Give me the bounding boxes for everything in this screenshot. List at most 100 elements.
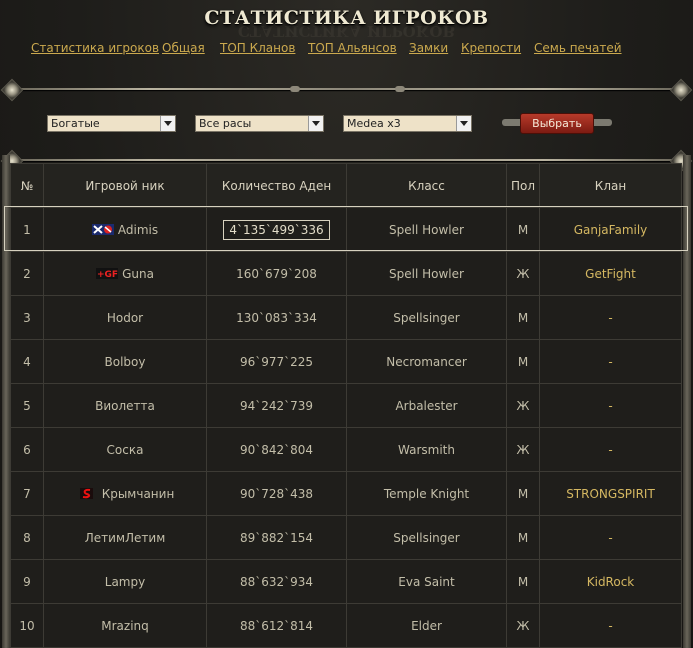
nav-link-fortresses[interactable]: Крепости (461, 41, 521, 55)
submit-button[interactable]: Выбрать (502, 112, 612, 134)
server-select-value: Medea x3 (347, 117, 401, 130)
row-nick: Lampy (43, 559, 207, 604)
row-class: Arbalester (346, 383, 507, 428)
ornament-icon (290, 86, 300, 92)
row-amount: 90`728`438 (206, 471, 347, 516)
player-nick: Guna (122, 266, 154, 281)
row-clan: GanjaFamily (539, 207, 682, 252)
row-nick: Adimis (43, 207, 207, 252)
row-class: Spellsinger (346, 295, 507, 340)
table-row: 10 Mrazinq 88`612`814 Elder Ж - (10, 603, 682, 648)
row-clan: - (539, 339, 682, 384)
frame-rail-right (683, 155, 691, 648)
row-amount: 96`977`225 (206, 339, 347, 384)
row-gender: М (506, 559, 540, 604)
clan-crest-icon: +GF (96, 267, 119, 279)
row-clan: - (539, 383, 682, 428)
table-header-row: № Игровой ник Количество Аден Класс Пол … (10, 163, 682, 208)
row-class: Eva Saint (346, 559, 507, 604)
table-row: 4 Bolboy 96`977`225 Necromancer М - (10, 339, 682, 384)
row-nick: Виолетта (43, 383, 207, 428)
nav-link-top-alliances[interactable]: ТОП Альянсов (308, 41, 397, 55)
row-gender: Ж (506, 383, 540, 428)
clan-crest-icon (79, 487, 93, 499)
row-num: 2 (10, 251, 44, 296)
table-row: 7 Крымчанин 90`728`438 Temple Knight М S… (10, 471, 682, 516)
player-stats-table: № Игровой ник Количество Аден Класс Пол … (10, 163, 682, 648)
server-select[interactable]: Medea x3 (343, 115, 472, 132)
row-gender: М (506, 295, 540, 340)
row-nick: +GF Guna (43, 251, 207, 296)
column-header-gender: Пол (506, 163, 540, 208)
row-clan: - (539, 427, 682, 472)
column-header-clan: Клан (539, 163, 682, 208)
row-clan: - (539, 603, 682, 648)
svg-text:+GF: +GF (97, 270, 118, 279)
row-amount: 160`679`208 (206, 251, 347, 296)
column-header-class: Класс (346, 163, 507, 208)
nav-link-top-clans[interactable]: ТОП Кланов (220, 41, 295, 55)
row-nick: ЛетимЛетим (43, 515, 207, 560)
row-num: 9 (10, 559, 44, 604)
table-row: 2 +GF Guna 160`679`208 Spell Howler Ж Get… (10, 251, 682, 296)
row-nick: Крымчанин (43, 471, 207, 516)
row-class: Spell Howler (346, 207, 507, 252)
row-gender: Ж (506, 603, 540, 648)
player-nick: Крымчанин (101, 486, 175, 501)
row-num: 8 (10, 515, 44, 560)
row-class: Elder (346, 603, 507, 648)
row-amount: 89`882`154 (206, 515, 347, 560)
nav-link-seven-signs[interactable]: Семь печатей (534, 41, 622, 55)
ornament-divider-top (0, 78, 693, 102)
row-amount: 90`842`804 (206, 427, 347, 472)
category-select[interactable]: Богатые (47, 115, 176, 132)
chevron-down-icon (160, 116, 175, 131)
table-row: 8 ЛетимЛетим 89`882`154 Spellsinger М - (10, 515, 682, 560)
row-amount: 88`632`934 (206, 559, 347, 604)
row-amount: 130`083`334 (206, 295, 347, 340)
frame-rail-left (2, 155, 10, 648)
row-clan: STRONGSPIRIT (539, 471, 682, 516)
submit-button-label: Выбрать (520, 113, 594, 134)
row-clan: KidRock (539, 559, 682, 604)
row-num: 1 (10, 207, 44, 252)
nav-link-player-stats[interactable]: Статистика игроков (31, 41, 159, 55)
player-nick: Adimis (117, 222, 159, 237)
row-clan: GetFight (539, 251, 682, 296)
row-amount: 4`135`499`336 (206, 207, 347, 252)
row-amount: 94`242`739 (206, 383, 347, 428)
row-num: 4 (10, 339, 44, 384)
row-class: Spell Howler (346, 251, 507, 296)
race-select[interactable]: Все расы (195, 115, 324, 132)
category-select-value: Богатые (51, 117, 100, 130)
row-gender: М (506, 339, 540, 384)
page-title: СТАТИСТИКА ИГРОКОВ (204, 7, 489, 29)
amount-value: 4`135`499`336 (223, 219, 330, 240)
row-gender: М (506, 471, 540, 516)
row-num: 10 (10, 603, 44, 648)
column-header-amount: Количество Аден (206, 163, 347, 208)
row-nick: Bolboy (43, 339, 207, 384)
row-class: Spellsinger (346, 515, 507, 560)
column-header-num: № (10, 163, 44, 208)
chevron-down-icon (308, 116, 323, 131)
row-gender: М (506, 515, 540, 560)
row-nick: Hodor (43, 295, 207, 340)
row-clan: - (539, 295, 682, 340)
column-header-nick: Игровой ник (43, 163, 207, 208)
row-num: 3 (10, 295, 44, 340)
row-nick: Соска (43, 427, 207, 472)
row-class: Temple Knight (346, 471, 507, 516)
nav-link-general[interactable]: Общая (162, 41, 205, 55)
row-class: Warsmith (346, 427, 507, 472)
nav-link-castles[interactable]: Замки (409, 41, 448, 55)
ornament-icon (395, 86, 405, 92)
table-row: 9 Lampy 88`632`934 Eva Saint М KidRock (10, 559, 682, 604)
row-gender: Ж (506, 251, 540, 296)
ornament-icon (0, 78, 24, 102)
row-nick: Mrazinq (43, 603, 207, 648)
row-gender: М (506, 207, 540, 252)
table-row: 6 Соска 90`842`804 Warsmith Ж - (10, 427, 682, 472)
row-clan: - (539, 515, 682, 560)
table-row: 3 Hodor 130`083`334 Spellsinger М - (10, 295, 682, 340)
